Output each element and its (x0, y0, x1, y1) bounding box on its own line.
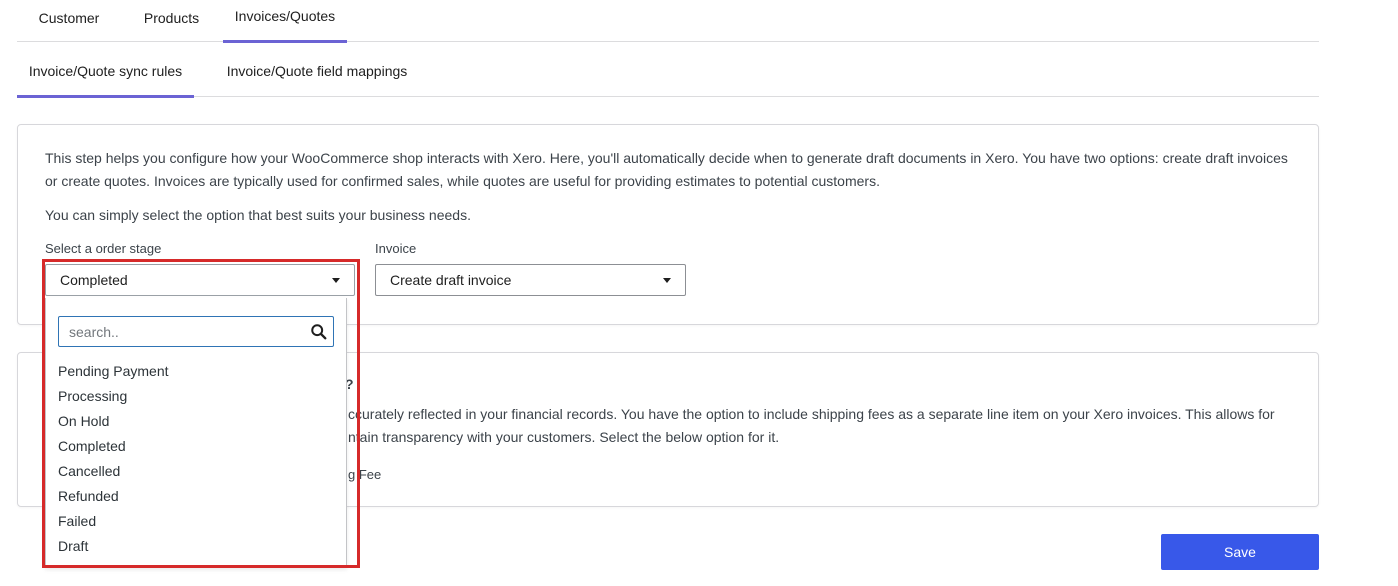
dropdown-option-on-hold[interactable]: On Hold (58, 413, 109, 429)
sync-rules-card: This step helps you configure how your W… (17, 124, 1319, 325)
sub-tabs: Invoice/Quote sync rules Invoice/Quote f… (17, 42, 1319, 98)
shipping-text-line1: ccurately reflected in your financial re… (348, 406, 1275, 422)
tab-invoices-quotes[interactable]: Invoices/Quotes (223, 0, 347, 43)
order-stage-label: Select a order stage (45, 241, 162, 256)
dropdown-option-cancelled[interactable]: Cancelled (58, 463, 120, 479)
tab-products[interactable]: Products (129, 0, 214, 42)
order-stage-value: Completed (60, 272, 128, 288)
search-icon[interactable] (310, 323, 328, 341)
dropdown-search (58, 316, 334, 347)
tab-sync-rules[interactable]: Invoice/Quote sync rules (17, 42, 194, 98)
chevron-down-icon (332, 278, 340, 283)
shipping-text-line2: ntain transparency with your customers. … (348, 429, 780, 445)
save-button[interactable]: Save (1161, 534, 1319, 570)
dropdown-option-processing[interactable]: Processing (58, 388, 127, 404)
dropdown-option-refunded[interactable]: Refunded (58, 488, 119, 504)
dropdown-option-completed[interactable]: Completed (58, 438, 126, 454)
dropdown-option-pending-payment[interactable]: Pending Payment (58, 363, 169, 379)
sync-hint: You can simply select the option that be… (45, 207, 471, 223)
order-stage-dropdown: Pending Payment Processing On Hold Compl… (45, 298, 347, 568)
tab-field-mappings[interactable]: Invoice/Quote field mappings (212, 42, 422, 97)
shipping-option-fragment: g Fee (348, 467, 382, 482)
dropdown-option-draft[interactable]: Draft (58, 538, 88, 554)
invoice-label: Invoice (375, 241, 417, 256)
dropdown-search-input[interactable] (59, 317, 299, 346)
tab-customer[interactable]: Customer (17, 0, 121, 42)
order-stage-select[interactable]: Completed (45, 264, 355, 296)
chevron-down-icon (663, 278, 671, 283)
sync-description: This step helps you configure how your W… (45, 150, 1288, 189)
main-tabs: Customer Products Invoices/Quotes (17, 0, 1319, 43)
invoice-action-value: Create draft invoice (390, 272, 512, 288)
invoice-action-select[interactable]: Create draft invoice (375, 264, 686, 296)
dropdown-option-failed[interactable]: Failed (58, 513, 96, 529)
